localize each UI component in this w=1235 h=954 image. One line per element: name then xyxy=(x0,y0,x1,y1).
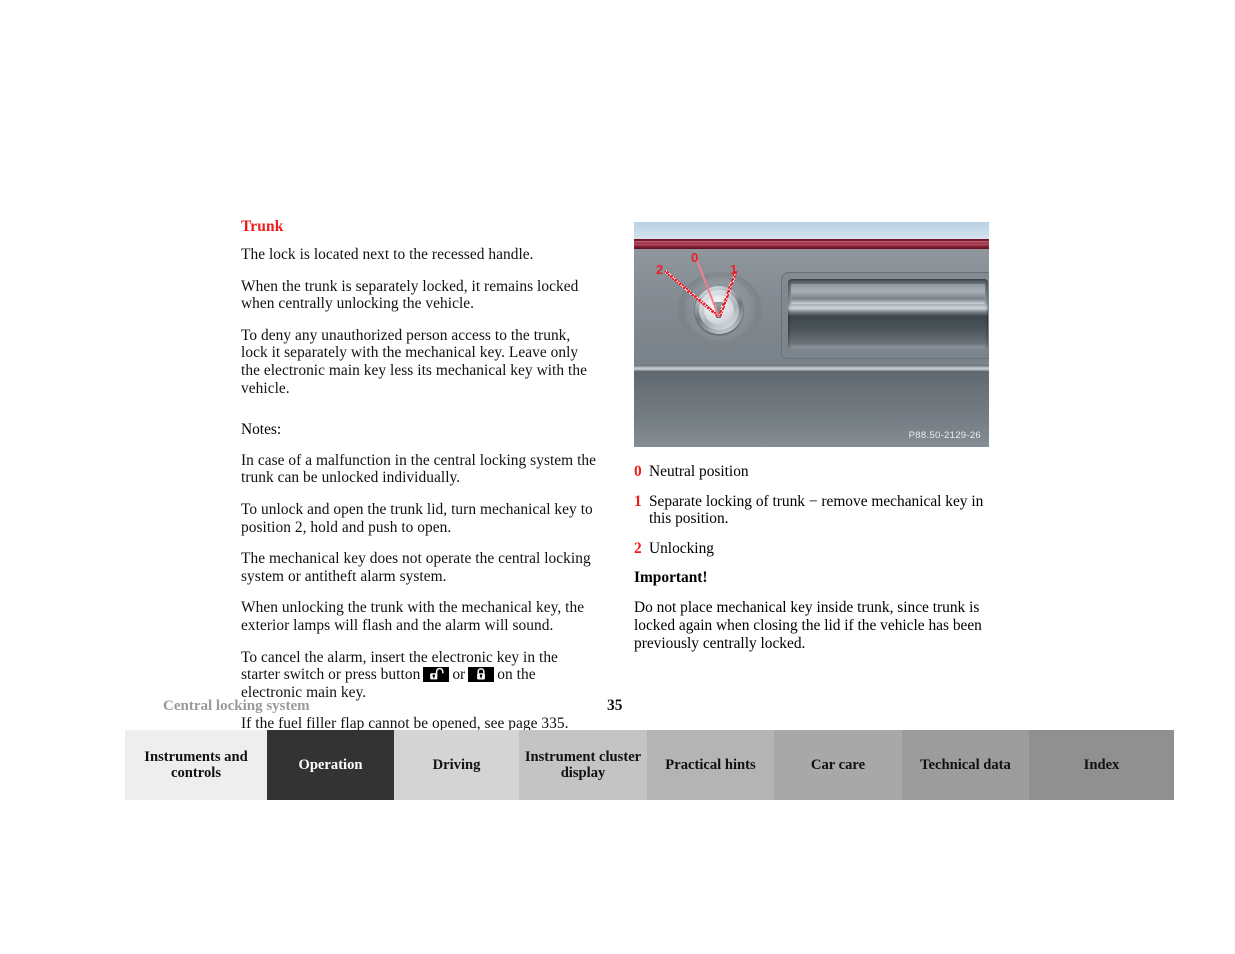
tab-index[interactable]: Index xyxy=(1029,730,1174,800)
paragraph-lock-location: The lock is located next to the recessed… xyxy=(241,246,534,264)
footer-section-title: Central locking system xyxy=(163,698,310,714)
tab-instrument-cluster-display[interactable]: Instrument cluster display xyxy=(519,730,647,800)
caption-item: 2 Unlocking xyxy=(634,540,990,558)
left-text-column: Trunk The lock is located next to the re… xyxy=(241,218,597,747)
note-malfunction: In case of a malfunction in the central … xyxy=(241,451,597,487)
page-title: Trunk xyxy=(241,218,284,235)
caption-text: Neutral position xyxy=(649,463,749,480)
callout-leader-lines xyxy=(664,257,738,318)
note-alarm-sound: When unlocking the trunk with the mechan… xyxy=(241,599,585,634)
caption-item: 1 Separate locking of trunk − remove mec… xyxy=(634,493,990,528)
chapter-tab-bar: Instruments and controls Operation Drivi… xyxy=(125,730,1174,800)
tab-driving[interactable]: Driving xyxy=(394,730,519,800)
tab-label: Practical hints xyxy=(665,756,756,773)
notes-label: Notes: xyxy=(241,421,282,439)
tab-technical-data[interactable]: Technical data xyxy=(902,730,1029,800)
tab-instruments-and-controls[interactable]: Instruments and controls xyxy=(125,730,267,800)
caption-text: Separate locking of trunk − remove mecha… xyxy=(649,492,984,528)
tab-label: Car care xyxy=(810,756,866,773)
lock-padlock-icon xyxy=(468,667,495,683)
illustration-credit-code: P88.50-2129-26 xyxy=(908,430,981,441)
paragraph-separately-locked: When the trunk is separately locked, it … xyxy=(241,277,579,313)
footer-section-line: Central locking system xyxy=(163,697,310,715)
callout-label-0: 0 xyxy=(691,250,699,265)
paragraph-unauthorized-access: To deny any unauthorized person access t… xyxy=(241,326,587,397)
cancel-alarm-conjunction: or xyxy=(452,666,466,684)
tab-label: Technical data xyxy=(920,756,1011,773)
caption-text: Unlocking xyxy=(649,539,714,557)
tab-label: Instrument cluster display xyxy=(524,748,642,782)
manual-page: Trunk The lock is located next to the re… xyxy=(0,0,1235,954)
callout-label-1: 1 xyxy=(730,262,738,277)
callout-caption-list: 0 Neutral position 1 Separate locking of… xyxy=(634,463,990,557)
note-mechanical-key: The mechanical key does not operate the … xyxy=(241,550,591,585)
note-open-trunk: To unlock and open the trunk lid, turn m… xyxy=(241,500,593,536)
callout-label-2: 2 xyxy=(656,262,664,277)
tab-car-care[interactable]: Car care xyxy=(774,730,902,800)
tab-label: Index xyxy=(1083,756,1120,773)
note-cancel-alarm: To cancel the alarm, insert the electron… xyxy=(241,649,597,702)
tab-practical-hints[interactable]: Practical hints xyxy=(647,730,774,800)
caption-number: 2 xyxy=(634,539,642,557)
caption-item: 0 Neutral position xyxy=(634,463,990,481)
trunk-lock-illustration: 2 0 1 P88.50-2129-26 xyxy=(634,222,989,447)
tab-label: Driving xyxy=(432,756,481,773)
caption-number: 0 xyxy=(634,463,642,480)
unlock-padlock-icon xyxy=(423,667,450,683)
tab-label: Instruments and controls xyxy=(144,748,248,782)
tab-operation[interactable]: Operation xyxy=(267,730,394,800)
page-number: 35 xyxy=(607,697,623,714)
caption-number: 1 xyxy=(634,492,642,510)
important-heading: Important! xyxy=(634,569,708,587)
tab-label: Operation xyxy=(298,756,363,773)
right-column: 2 0 1 P88.50-2129-26 0 Neutral position … xyxy=(634,222,990,652)
important-text: Do not place mechanical key inside trunk… xyxy=(634,599,982,652)
